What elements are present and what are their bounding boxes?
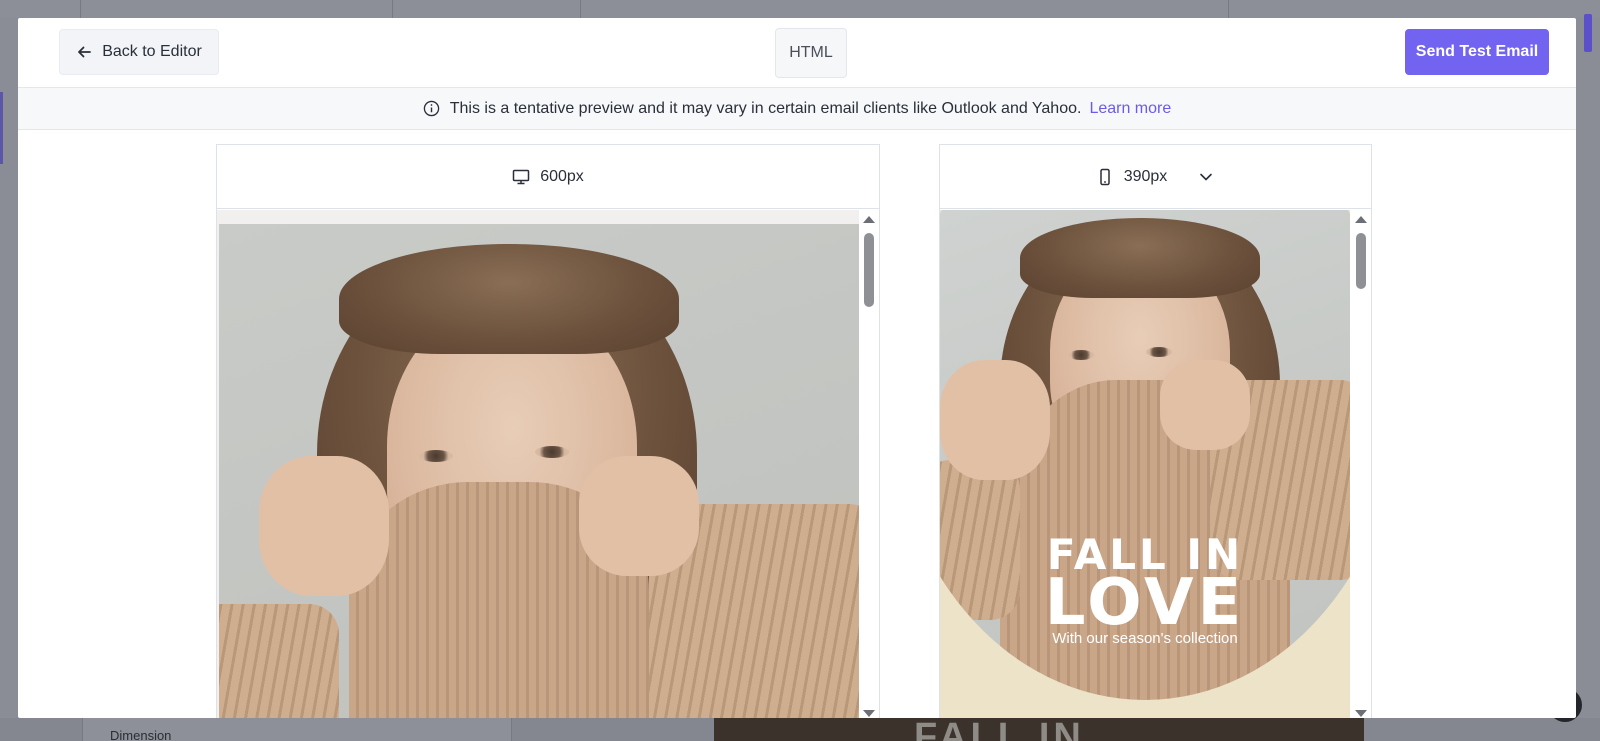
html-view-button[interactable]: HTML <box>775 28 847 78</box>
editor-canvas-banner: FALL IN <box>714 718 1364 741</box>
desktop-email-viewport[interactable] <box>217 210 879 718</box>
preview-notice-text: This is a tentative preview and it may v… <box>449 99 1082 117</box>
send-test-email-label: Send Test Email <box>1415 43 1539 60</box>
desktop-preview-panel: 600px <box>216 144 880 718</box>
back-to-editor-label: Back to Editor <box>102 43 202 60</box>
mobile-scroll-thumb[interactable] <box>1356 233 1366 289</box>
editor-right-rail <box>1576 18 1600 741</box>
editor-dimension-label: Dimension <box>110 728 172 741</box>
scroll-down-arrow-icon[interactable] <box>1355 710 1367 717</box>
mobile-email-viewport[interactable]: FALL IN LOVE With our season's collectio… <box>940 210 1371 718</box>
learn-more-link[interactable]: Learn more <box>1089 100 1171 118</box>
email-preview-modal: Back to Editor HTML Send Test Email This… <box>18 18 1576 718</box>
desktop-preview-scrollbar[interactable] <box>859 210 879 718</box>
mobile-hero-image: FALL IN LOVE With our season's collectio… <box>940 210 1350 718</box>
scroll-up-arrow-icon[interactable] <box>1355 216 1367 223</box>
scroll-up-arrow-icon[interactable] <box>863 216 875 223</box>
scroll-down-arrow-icon[interactable] <box>863 710 875 717</box>
mobile-width-label: 390px <box>1123 167 1168 185</box>
editor-left-active-indicator <box>0 92 3 164</box>
html-view-label: HTML <box>789 44 833 61</box>
preview-notice-bar: This is a tentative preview and it may v… <box>18 88 1576 130</box>
send-test-email-button[interactable]: Send Test Email <box>1405 29 1549 75</box>
headline-subline: With our season's collection <box>1052 630 1238 647</box>
mobile-preview-header: 390px <box>940 145 1371 209</box>
desktop-width-label: 600px <box>540 167 584 185</box>
chevron-down-icon[interactable] <box>1197 168 1215 186</box>
back-to-editor-button[interactable]: Back to Editor <box>59 29 219 75</box>
smartphone-icon <box>1099 168 1110 185</box>
monitor-icon <box>512 169 530 184</box>
desktop-hero-image <box>217 210 860 718</box>
desktop-preview-header: 600px <box>217 145 879 209</box>
model-photo-desktop <box>219 224 860 718</box>
mobile-preview-panel: 390px FALL IN LOVE With our season's col… <box>939 144 1372 718</box>
arrow-left-icon <box>78 46 92 58</box>
headline-line-2: LOVE <box>1044 566 1246 640</box>
editor-right-accent <box>1584 14 1592 52</box>
editor-toolbar-strip <box>0 0 1600 18</box>
modal-header: Back to Editor HTML Send Test Email <box>18 18 1576 88</box>
editor-canvas-banner-text: FALL IN <box>914 718 1085 741</box>
desktop-scroll-thumb[interactable] <box>864 233 874 307</box>
info-icon <box>423 100 439 117</box>
mobile-preview-scrollbar[interactable] <box>1351 210 1371 718</box>
